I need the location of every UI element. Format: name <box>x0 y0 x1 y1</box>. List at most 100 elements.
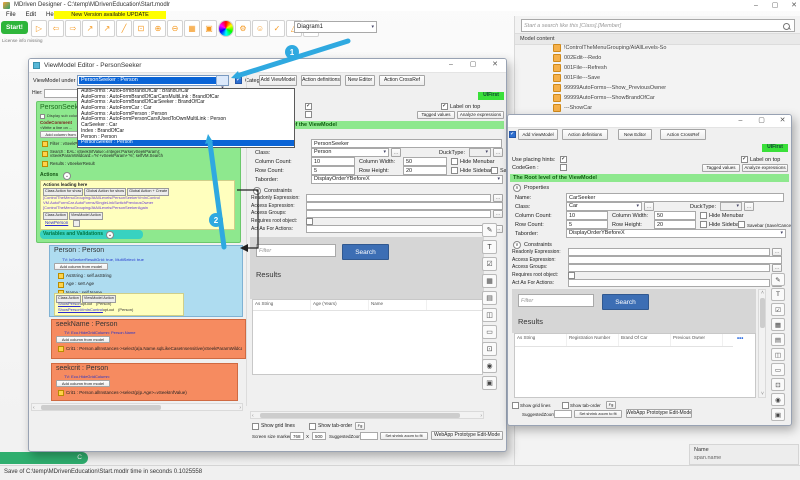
left-pane-hscrollbar[interactable]: ‹ › <box>31 403 243 411</box>
gears-icon[interactable]: ⚙ <box>235 20 251 37</box>
hide-sidebar-checkbox[interactable] <box>700 221 707 228</box>
class-select[interactable]: Person <box>311 148 389 157</box>
scroll-left-icon[interactable]: ‹ <box>33 405 35 411</box>
show-person-vmincontrol-link[interactable]: ShowPersonVmInControl <box>58 308 103 313</box>
menu-item[interactable]: Edit <box>26 12 36 19</box>
seekcrit-nesting-box[interactable]: seekcrit : Person TV: Eco.HideGridColumn… <box>51 363 238 401</box>
diagram-combo[interactable]: Diagram1 <box>294 21 377 33</box>
categ-checkbox[interactable] <box>509 131 516 138</box>
new-person-box[interactable] <box>73 220 80 227</box>
action-link[interactable]: [ControlTheMenuGrouping/AtAllLevels/Pers… <box>43 205 231 210</box>
show-grid-lines-checkbox[interactable] <box>252 423 259 430</box>
categ-checkbox[interactable] <box>235 77 242 84</box>
analyze-expressions-button[interactable]: Analyze expressions <box>742 164 788 172</box>
win1-close-icon[interactable]: ✕ <box>487 59 503 71</box>
viewmodel-combobox[interactable]: PersonSeeker : Person <box>77 75 229 86</box>
action-crossref-button[interactable]: Action CrossRef <box>660 129 706 140</box>
preview-filter-input[interactable] <box>518 294 594 307</box>
size-width-field[interactable] <box>290 432 304 440</box>
scroll-right-icon[interactable]: › <box>239 405 241 411</box>
tagged-values-button[interactable]: Tagged values <box>417 111 455 119</box>
preview-hscrollbar[interactable]: ‹ › <box>250 411 484 419</box>
person-icon[interactable]: ☺ <box>252 20 268 37</box>
analyze-expressions-button[interactable]: Analyze expressions <box>457 111 504 119</box>
readonly-expression-field[interactable] <box>568 248 770 256</box>
app-maximize-icon[interactable]: ▢ <box>767 0 783 12</box>
action-definitions-button[interactable]: Action definitions <box>562 129 608 140</box>
combobox-arrow-button[interactable] <box>216 76 228 85</box>
vars-collapse-icon[interactable]: ⌄ <box>106 231 114 239</box>
label-on-top-checkbox[interactable] <box>441 103 448 110</box>
ducktype-dots-button[interactable]: ... <box>493 148 503 157</box>
constraints-collapse-icon[interactable]: ∨ <box>513 241 521 249</box>
set-shrink-zoom-button[interactable]: Set shrink zoom to fit <box>380 432 428 440</box>
edit-tool-icon[interactable]: ✎ <box>771 273 785 286</box>
add-viewmodel-button[interactable]: Add ViewModel <box>259 75 297 86</box>
fg-box[interactable]: Fg <box>355 422 365 430</box>
tree-item[interactable]: 001File---Save <box>515 73 800 83</box>
actions-collapse-icon[interactable]: ⌄ <box>63 172 71 180</box>
readonly-expression-field[interactable] <box>306 194 491 202</box>
constraints-collapse-icon[interactable]: ∨ <box>253 187 261 195</box>
display-sub-columns-checkbox[interactable] <box>40 114 45 119</box>
class-select[interactable]: Car <box>566 202 642 211</box>
column-count-field[interactable] <box>311 157 355 166</box>
dropdown-item[interactable]: PersonSeeker : Person <box>78 140 294 146</box>
access-groups-field[interactable] <box>306 210 491 218</box>
actions-header[interactable]: Actions <box>40 173 58 179</box>
tree-item[interactable]: 002Edit---Redo <box>515 53 800 63</box>
hide-sidebar-checkbox[interactable] <box>451 167 458 174</box>
row-count-field[interactable] <box>566 220 608 229</box>
screen-icon[interactable]: ⊡ <box>133 20 149 37</box>
contact-tool-icon[interactable]: ◫ <box>482 308 497 322</box>
results-column-header[interactable]: As String <box>515 334 567 346</box>
results-column-header[interactable]: Previous Owner <box>671 334 723 346</box>
action-crossref-button[interactable]: Action CrossRef <box>379 75 425 86</box>
access-groups-field[interactable] <box>568 264 770 272</box>
ducktype-select[interactable] <box>469 148 491 157</box>
act-as-field[interactable] <box>568 279 770 287</box>
association-icon[interactable]: ↗ <box>99 20 115 37</box>
readonly-dots-button[interactable]: ... <box>493 194 503 202</box>
tree-item[interactable]: ---ShowCar <box>515 103 800 113</box>
results-column-header[interactable]: Age (Years) <box>311 300 369 310</box>
add-column-from-model-button[interactable]: Add column from model <box>54 263 108 270</box>
column-width-field[interactable] <box>403 157 447 166</box>
more-columns-button[interactable]: ••• <box>737 336 743 342</box>
new-editor-button[interactable]: New Editor <box>618 129 652 140</box>
scroll-right-icon[interactable]: › <box>480 413 482 419</box>
row-height-field[interactable] <box>654 220 696 229</box>
action-tab-button[interactable]: Class Action <box>43 212 68 220</box>
tree-item[interactable]: !ControlTheMenuGrouping/AtAllLevels-So <box>515 43 800 53</box>
contact-tool-icon[interactable]: ◫ <box>771 348 785 361</box>
opt-out-button[interactable]: opt-out <box>81 302 92 306</box>
variables-validations-header[interactable]: Variables and Validations ⌄ <box>40 230 143 239</box>
class-dots-button[interactable]: ... <box>644 202 654 211</box>
preview-search-button[interactable]: Search <box>602 294 649 310</box>
results-column-header[interactable]: Brand Of Car <box>619 334 671 346</box>
scroll-left-icon[interactable]: ‹ <box>252 413 254 419</box>
new-editor-button[interactable]: New Editor <box>345 75 375 86</box>
show-tab-order-checkbox[interactable] <box>562 402 569 409</box>
savebar-checkbox[interactable] <box>738 221 745 228</box>
ducktype-select[interactable] <box>720 202 742 211</box>
use-placing-hints-checkbox[interactable] <box>305 103 312 110</box>
win1-minimize-icon[interactable]: – <box>443 59 459 71</box>
viewmodel-column-row[interactable]: AsString : self.asString <box>58 273 228 279</box>
results-column-header[interactable]: Registration Number <box>567 334 619 346</box>
back-icon[interactable]: ⇦ <box>48 20 64 37</box>
checkbox-tool-icon[interactable]: ☑ <box>482 257 497 271</box>
scroll-up-icon[interactable]: ˄ <box>761 290 764 296</box>
tree-item[interactable]: 99999AutoForms---ShowBrandOfCar <box>515 93 800 103</box>
model-search-input[interactable] <box>521 19 795 32</box>
app-minimize-icon[interactable]: – <box>748 0 764 12</box>
requires-root-checkbox[interactable] <box>568 272 575 279</box>
grid-tool-icon[interactable]: ▦ <box>771 318 785 331</box>
class-dots-button[interactable]: ... <box>391 148 401 157</box>
suggested-zoom-field[interactable] <box>554 410 572 418</box>
ducktype-dots-button[interactable]: ... <box>744 202 754 211</box>
uifirst-badge[interactable]: UIFirst <box>478 92 504 100</box>
name-field[interactable] <box>566 193 784 202</box>
layers-icon[interactable]: ▣ <box>201 20 217 37</box>
save-tool-icon[interactable]: ⊡ <box>771 378 785 391</box>
